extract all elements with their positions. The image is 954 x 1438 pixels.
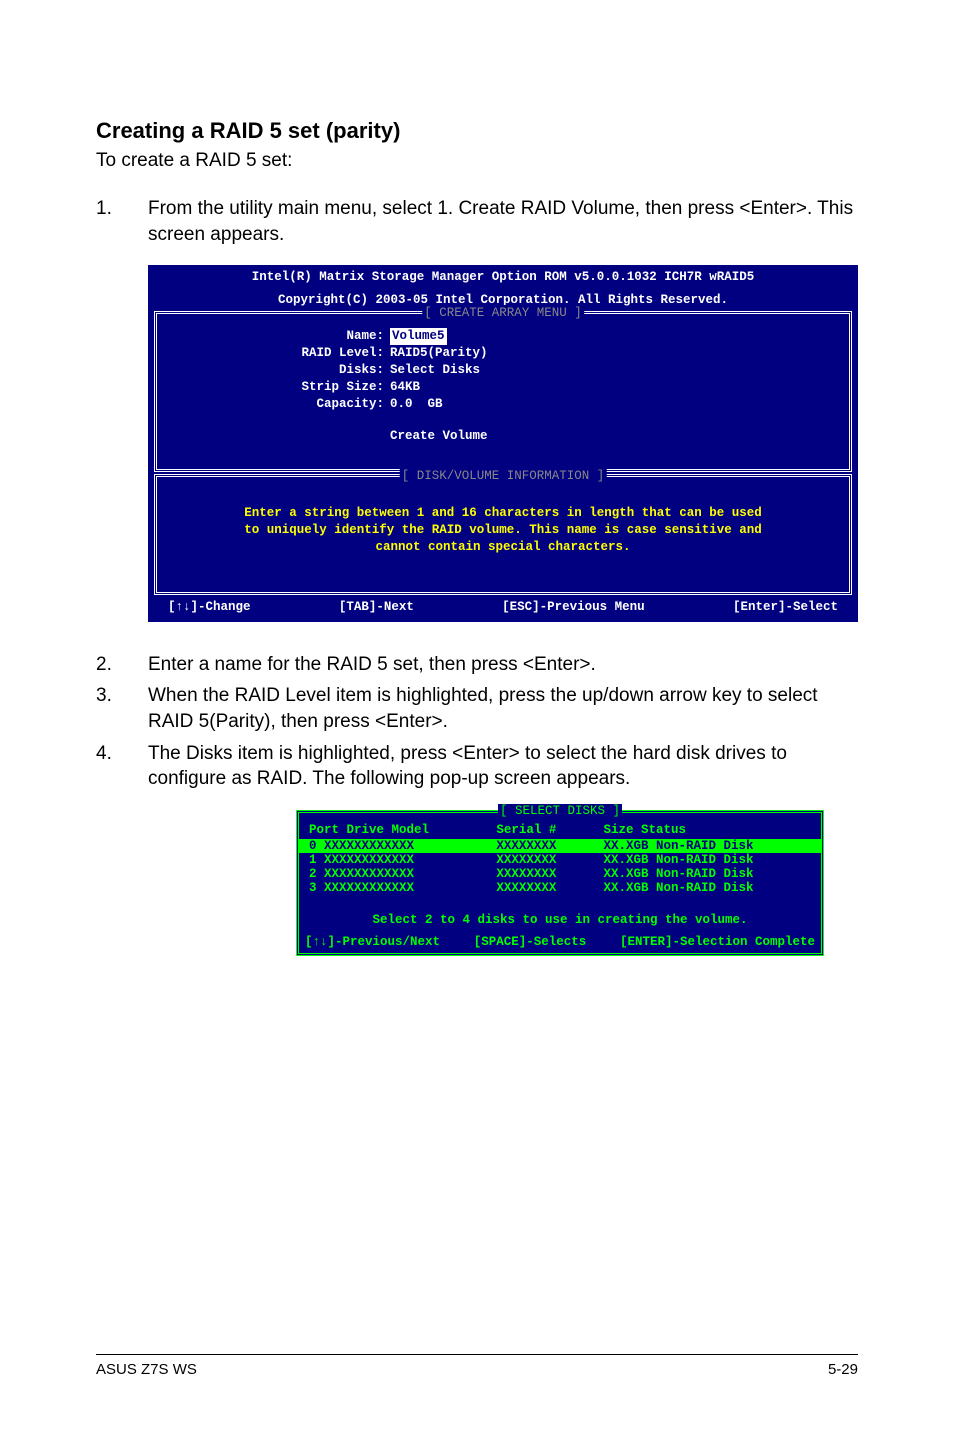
bios-header-line1: Intel(R) Matrix Storage Manager Option R…	[148, 265, 858, 288]
step-number: 1.	[96, 196, 148, 247]
step-number: 4.	[96, 741, 148, 792]
step-3: 3. When the RAID Level item is highlight…	[96, 683, 858, 734]
step-text: From the utility main menu, select 1. Cr…	[148, 196, 858, 247]
key-enter: [Enter]-Select	[733, 599, 838, 616]
table-header-row: Port Drive Model Serial # Size Status	[299, 819, 821, 839]
col-serial: Serial #	[486, 819, 593, 839]
page-footer: ASUS Z7S WS 5-29	[96, 1354, 858, 1378]
disks-table: Port Drive Model Serial # Size Status 0 …	[299, 819, 821, 895]
create-volume-action[interactable]: Create Volume	[169, 428, 837, 445]
strip-size-label: Strip Size:	[279, 379, 384, 396]
disk-row-0[interactable]: 0 XXXXXXXXXXXX XXXXXXXX XX.XGB Non-RAID …	[299, 839, 821, 853]
create-array-box: [ CREATE ARRAY MENU ] Name:Volume5 RAID …	[154, 311, 852, 472]
select-disks-title: [ SELECT DISKS ]	[498, 804, 622, 818]
disks-value[interactable]: Select Disks	[390, 362, 480, 379]
disk-row-1[interactable]: 1 XXXXXXXXXXXX XXXXXXXX XX.XGB Non-RAID …	[299, 853, 821, 867]
col-port: Port Drive Model	[299, 819, 486, 839]
bios-select-disks-screenshot: [ SELECT DISKS ] Port Drive Model Serial…	[296, 810, 824, 956]
footer-right: 5-29	[828, 1361, 858, 1378]
key-prev-next: [↑↓]-Previous/Next	[305, 935, 440, 949]
step-number: 2.	[96, 652, 148, 678]
key-change: [↑↓]-Change	[168, 599, 251, 616]
select-disks-footer: [↑↓]-Previous/Next [SPACE]-Selects [ENTE…	[299, 935, 821, 951]
footer-left: ASUS Z7S WS	[96, 1361, 197, 1378]
disk-row-2[interactable]: 2 XXXXXXXXXXXX XXXXXXXX XX.XGB Non-RAID …	[299, 867, 821, 881]
key-enter-complete: [ENTER]-Selection Complete	[620, 935, 815, 949]
disk-volume-info-title: [ DISK/VOLUME INFORMATION ]	[400, 468, 607, 485]
raid-level-value[interactable]: RAID5(Parity)	[390, 345, 488, 362]
step-2: 2. Enter a name for the RAID 5 set, then…	[96, 652, 858, 678]
name-input[interactable]: Volume5	[390, 328, 447, 345]
info-line-1: Enter a string between 1 and 16 characte…	[179, 505, 827, 522]
create-array-title: [ CREATE ARRAY MENU ]	[422, 305, 584, 322]
step-number: 3.	[96, 683, 148, 734]
key-space: [SPACE]-Selects	[474, 935, 587, 949]
step-list-top: 1. From the utility main menu, select 1.…	[96, 196, 858, 247]
bios-footer-keys: [↑↓]-Change [TAB]-Next [ESC]-Previous Me…	[148, 595, 858, 622]
intro-text: To create a RAID 5 set:	[96, 150, 858, 172]
col-size-status: Size Status	[593, 819, 821, 839]
select-instruction: Select 2 to 4 disks to use in creating t…	[299, 895, 821, 935]
step-text: The Disks item is highlighted, press <En…	[148, 741, 858, 792]
disks-label: Disks:	[279, 362, 384, 379]
key-esc: [ESC]-Previous Menu	[502, 599, 645, 616]
disk-row-3[interactable]: 3 XXXXXXXXXXXX XXXXXXXX XX.XGB Non-RAID …	[299, 881, 821, 895]
step-1: 1. From the utility main menu, select 1.…	[96, 196, 858, 247]
capacity-label: Capacity:	[279, 396, 384, 413]
step-list-bottom: 2. Enter a name for the RAID 5 set, then…	[96, 652, 858, 792]
step-4: 4. The Disks item is highlighted, press …	[96, 741, 858, 792]
key-tab: [TAB]-Next	[339, 599, 414, 616]
step-text: Enter a name for the RAID 5 set, then pr…	[148, 652, 858, 678]
create-array-fields: Name: Volume5 RAID Level: RAID5(Parity) Di…	[169, 324, 837, 416]
info-line-2: to uniquely identify the RAID volume. Th…	[179, 522, 827, 539]
raid-level-label: RAID Level:	[279, 345, 384, 362]
info-help-text: Enter a string between 1 and 16 characte…	[169, 487, 837, 582]
disk-volume-info-box: [ DISK/VOLUME INFORMATION ] Enter a stri…	[154, 474, 852, 595]
capacity-value[interactable]: 0.0 GB	[390, 396, 443, 413]
bios-create-array-screenshot: Intel(R) Matrix Storage Manager Option R…	[148, 265, 858, 622]
step-text: When the RAID Level item is highlighted,…	[148, 683, 858, 734]
strip-size-value[interactable]: 64KB	[390, 379, 420, 396]
section-heading: Creating a RAID 5 set (parity)	[96, 118, 858, 144]
info-line-3: cannot contain special characters.	[179, 539, 827, 556]
name-label: Name:	[279, 328, 384, 345]
